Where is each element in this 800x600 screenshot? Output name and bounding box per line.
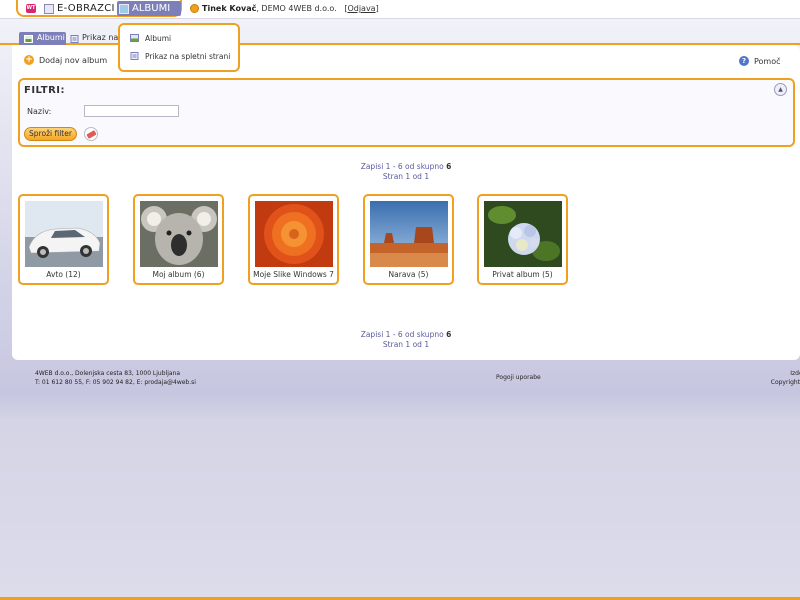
koala-thumbnail <box>140 201 218 267</box>
hydrangea-thumbnail <box>484 201 562 267</box>
tab-albumi[interactable]: Albumi <box>19 32 66 45</box>
album-card[interactable]: Moj album (6) <box>133 194 224 285</box>
page-icon <box>130 52 139 60</box>
page-text: Stran 1 od 1 <box>382 340 430 349</box>
album-title: Privat album (5) <box>492 270 553 279</box>
album-title: Moj album (6) <box>152 270 205 279</box>
albumi-dropdown: Albumi Prikaz na spletni strani <box>118 23 240 72</box>
dropdown-item-label: Albumi <box>145 34 172 43</box>
submit-filter-button[interactable]: Sproži filter <box>24 127 77 141</box>
album-title: Moje Slike Windows 7 <box>253 270 334 279</box>
logout-link[interactable]: Odjava <box>347 4 375 13</box>
page-icon <box>70 35 79 43</box>
add-album-button[interactable]: Dodaj nov album <box>39 56 107 65</box>
album-title: Avto (12) <box>46 270 81 279</box>
footer-address: 4WEB d.o.o., Dolenjska cesta 83, 1000 Lj… <box>35 369 196 387</box>
naziv-input[interactable] <box>84 105 179 117</box>
tab-prikaz-label: Prikaz na <box>82 33 119 42</box>
user-info: Tinek Kovač, DEMO 4WEB d.o.o. [Odjava] <box>202 4 379 13</box>
footer-copyright-line: Copyright © <box>770 379 800 386</box>
page-text: Stran 1 od 1 <box>382 172 430 181</box>
naziv-label: Naziv: <box>27 107 52 116</box>
image-icon <box>130 34 139 42</box>
album-card[interactable]: Privat album (5) <box>477 194 568 285</box>
image-icon <box>24 35 33 43</box>
records-total: 6 <box>446 162 452 171</box>
dropdown-item-label: Prikaz na spletni strani <box>145 52 231 61</box>
album-card[interactable]: Avto (12) <box>18 194 109 285</box>
footer-contact-line: T: 01 612 80 55, F: 05 902 94 82, E: pro… <box>35 379 196 386</box>
pager-bottom: Zapisi 1 - 6 od skupno 6 Stran 1 od 1 <box>0 330 800 350</box>
help-link[interactable]: Pomoč <box>754 57 781 66</box>
tab-prikaz[interactable]: Prikaz na <box>68 32 120 45</box>
footer-address-line: 4WEB d.o.o., Dolenjska cesta 83, 1000 Lj… <box>35 370 181 377</box>
collapse-up-icon[interactable]: ▲ <box>774 83 787 96</box>
car-thumbnail <box>25 201 103 267</box>
user-name: Tinek Kovač <box>202 4 257 13</box>
app-logo: WT <box>26 4 36 13</box>
album-card[interactable]: Narava (5) <box>363 194 454 285</box>
terms-link[interactable]: Pogoji uporabe <box>496 374 541 381</box>
filter-title: FILTRI: <box>24 85 66 96</box>
desert-thumbnail <box>370 201 448 267</box>
album-card[interactable]: Moje Slike Windows 7 <box>248 194 339 285</box>
dropdown-item-prikaz[interactable]: Prikaz na spletni strani <box>130 52 230 61</box>
flower-thumbnail <box>255 201 333 267</box>
records-text: Zapisi 1 - 6 od skupno <box>360 162 447 171</box>
footer-credit-line[interactable]: Izdela <box>768 369 800 378</box>
footer-credits: Izdela Copyright © <box>768 369 800 387</box>
pager-top: Zapisi 1 - 6 od skupno 6 Stran 1 od 1 <box>0 162 800 182</box>
add-icon[interactable]: + <box>24 55 34 65</box>
album-title: Narava (5) <box>388 270 429 279</box>
clear-filter-eraser-icon[interactable] <box>84 127 98 141</box>
albumi-icon <box>119 4 129 14</box>
eobrazci-icon <box>44 4 54 14</box>
records-total: 6 <box>446 330 452 339</box>
user-company: , DEMO 4WEB d.o.o. <box>256 4 337 13</box>
tab-albumi-label: Albumi <box>37 33 65 42</box>
dropdown-item-albumi[interactable]: Albumi <box>130 34 171 43</box>
records-text: Zapisi 1 - 6 od skupno <box>360 330 447 339</box>
nav-albumi[interactable]: ALBUMI <box>132 3 170 14</box>
help-icon[interactable]: ? <box>739 56 749 66</box>
user-icon <box>190 4 199 13</box>
nav-eobrazci[interactable]: E-OBRAZCI <box>57 3 115 14</box>
